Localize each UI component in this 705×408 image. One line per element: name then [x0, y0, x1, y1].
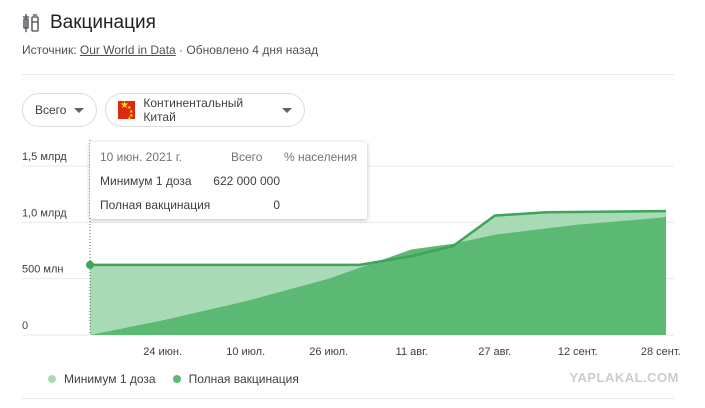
tooltip-col-total: Всего: [231, 150, 263, 164]
tooltip-row-value: 0: [273, 198, 280, 212]
tooltip-row-label: Минимум 1 доза: [100, 174, 192, 188]
y-tick-label: 0: [22, 320, 28, 332]
tooltip-date: 10 июн. 2021 г.: [100, 150, 182, 164]
watermark: YAPLAKAL.COM: [569, 370, 679, 385]
tooltip-row: Полная вакцинация 0: [100, 198, 357, 214]
x-tick-label: 12 сент.: [558, 346, 598, 358]
legend-swatch: [172, 375, 181, 383]
tooltip-col-percent: % населения: [284, 150, 358, 164]
legend-swatch: [48, 375, 56, 383]
y-tick-label: 1,5 млрд: [22, 151, 67, 163]
tooltip-row-value: 622 000 000: [213, 174, 280, 188]
x-tick-label: 24 июн.: [143, 346, 182, 358]
bottom-divider: [22, 398, 674, 399]
x-tick-label: 27 авг.: [478, 346, 511, 358]
chart-legend: Минимум 1 доза Полная вакцинация: [48, 372, 316, 386]
tooltip-row: Минимум 1 доза 622 000 000: [100, 174, 357, 190]
tooltip-header: 10 июн. 2021 г. Всего % населения: [100, 150, 357, 166]
legend-label: Полная вакцинация: [188, 372, 299, 386]
x-tick-label: 26 июл.: [309, 346, 348, 358]
x-tick-label: 28 сент.: [641, 346, 681, 358]
x-tick-label: 11 авг.: [396, 346, 428, 358]
tooltip-row-label: Полная вакцинация: [100, 198, 211, 212]
legend-item[interactable]: Минимум 1 доза: [48, 372, 156, 386]
x-tick-label: 10 июл.: [226, 346, 265, 358]
y-tick-label: 500 млн: [22, 264, 63, 276]
legend-item[interactable]: Полная вакцинация: [172, 372, 299, 386]
y-tick-label: 1,0 млрд: [22, 207, 67, 219]
legend-label: Минимум 1 доза: [64, 372, 156, 386]
data-point: [86, 260, 94, 269]
chart-tooltip: 10 июн. 2021 г. Всего % населения Миниму…: [90, 142, 367, 219]
